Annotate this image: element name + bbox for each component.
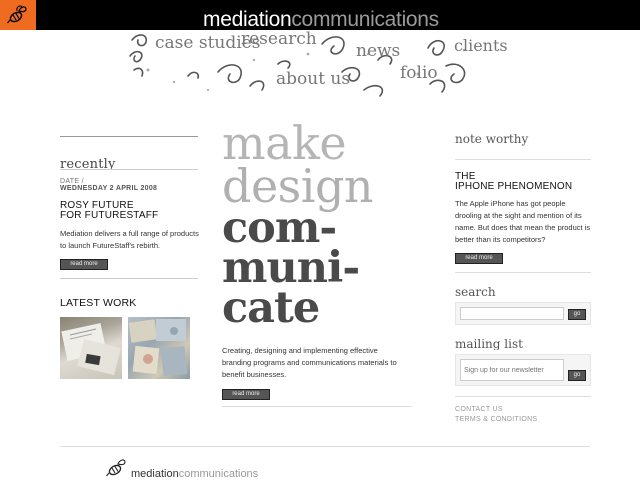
search-heading: search [455, 287, 496, 298]
divider [60, 278, 198, 279]
hero-line-cate: cate [222, 282, 320, 333]
nav-case-studies[interactable]: case studies [155, 34, 260, 51]
tagline: Creating, designing and implementing eff… [222, 346, 397, 380]
newsletter-go-button[interactable]: go [568, 370, 586, 381]
note-worthy-heading: note worthy [455, 134, 529, 146]
news-date: WEDNESDAY 2 APRIL 2008 [60, 185, 158, 192]
bee-icon [7, 5, 27, 24]
article-title-line2: IPHONE PHENOMENON [455, 181, 573, 192]
site-title-light: communications [291, 8, 439, 31]
divider [455, 272, 591, 273]
nav-research[interactable]: research [241, 30, 317, 47]
footer-brand-bold: mediation [131, 468, 179, 480]
terms-link[interactable]: TERMS & CONDITIONS [455, 415, 591, 425]
latest-work-gallery [60, 317, 200, 379]
search-form: go [455, 302, 591, 325]
search-input[interactable] [460, 307, 564, 320]
work-thumbnail-stationery[interactable] [60, 317, 122, 379]
divider [60, 136, 198, 137]
search-go-button[interactable]: go [568, 309, 586, 320]
read-more-button[interactable]: read more [455, 253, 503, 264]
divider [60, 169, 198, 170]
footer-divider [60, 446, 590, 447]
center-column: make design com- muni- cate Creating, de… [222, 120, 412, 408]
hero-line-com: com- [222, 202, 337, 253]
newsletter-email-input[interactable] [460, 359, 564, 381]
divider [455, 159, 591, 160]
news-summary: Mediation delivers a full range of produ… [60, 229, 199, 250]
nav-news[interactable]: news [356, 42, 400, 59]
site-title: mediationcommunications [203, 8, 439, 32]
work-thumbnail-brochures[interactable] [128, 317, 190, 379]
latest-work-heading: LATEST WORK [60, 297, 137, 309]
hero-line-muni: muni- [222, 242, 360, 293]
footer-brand: mediationcommunications [131, 468, 258, 480]
article-title[interactable]: THE IPHONE PHENOMENON [455, 172, 591, 192]
nav-about-us[interactable]: about us [276, 70, 350, 87]
main-navigation: case studies research news clients about… [128, 30, 508, 100]
site-title-bold: mediation [203, 8, 292, 31]
footer-brand-light: communications [178, 468, 259, 480]
read-more-button[interactable]: read more [222, 389, 270, 401]
read-more-button[interactable]: read more [60, 259, 108, 270]
brochures-image [128, 319, 188, 377]
news-title[interactable]: ROSY FUTURE FOR FUTURESTAFF [60, 201, 200, 221]
date-label: DATE / [60, 178, 84, 185]
article-summary: The Apple iPhone has got people drooling… [455, 199, 591, 244]
mailing-list-heading: mailing list [455, 339, 523, 350]
divider [222, 406, 412, 408]
mailing-list-form: go [455, 354, 591, 386]
stationery-image [61, 323, 121, 376]
header-bar: mediationcommunications [0, 0, 640, 32]
nav-folio[interactable]: folio [400, 64, 438, 81]
news-title-line2: FOR FUTURESTAFF [60, 210, 159, 221]
home-logo-link[interactable] [0, 0, 36, 30]
nav-clients[interactable]: clients [454, 37, 508, 53]
right-column: note worthy THE IPHONE PHENOMENON The Ap… [455, 134, 591, 425]
left-column: recently DATE / WEDNESDAY 2 APRIL 2008 R… [60, 136, 200, 379]
contact-us-link[interactable]: CONTACT US [455, 405, 591, 415]
bee-icon [106, 459, 126, 477]
hero-heading: make design com- muni- cate [222, 120, 412, 333]
recently-heading: recently [60, 157, 116, 169]
divider [455, 396, 591, 397]
hero-line-design: design [222, 158, 374, 213]
